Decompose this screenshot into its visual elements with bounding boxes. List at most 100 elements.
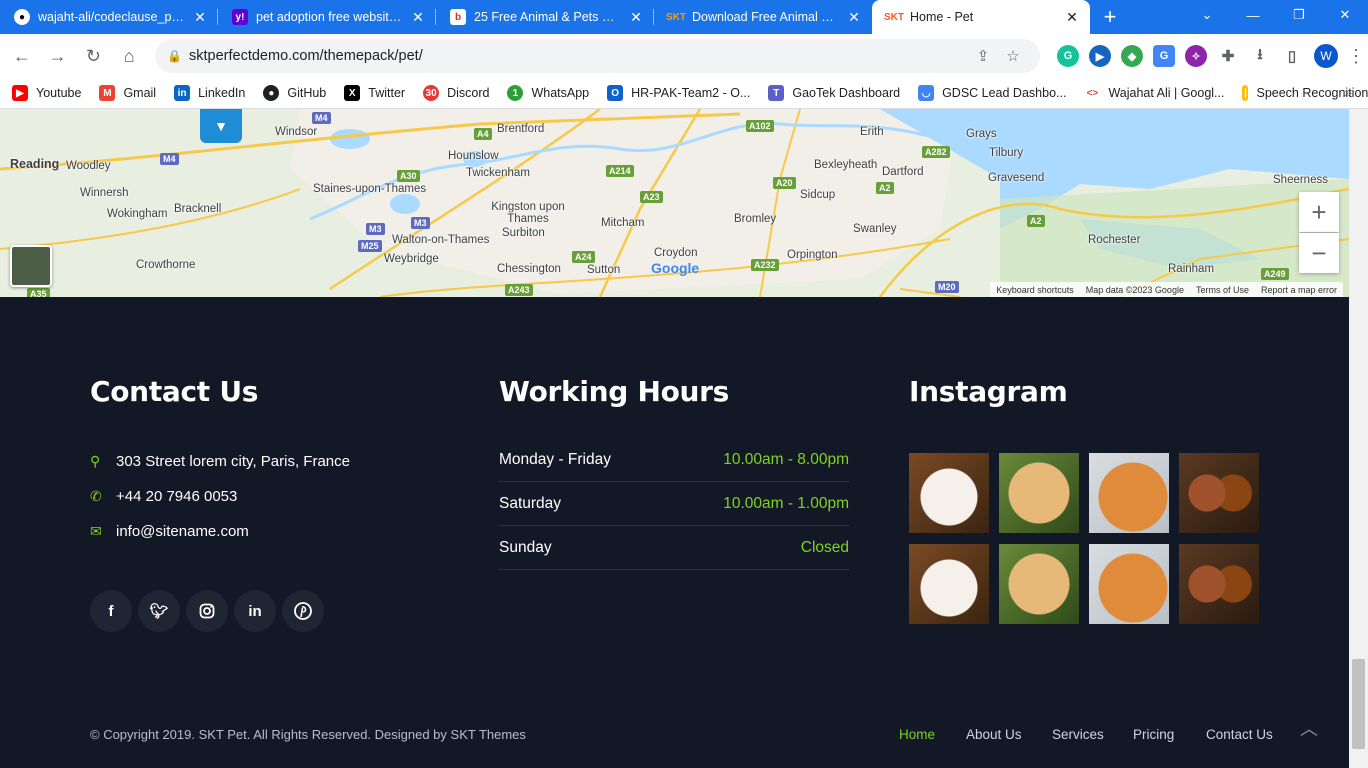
side-panel-icon[interactable]: ▯	[1281, 45, 1303, 67]
instagram-photo-brown-dogs[interactable]	[1179, 453, 1259, 533]
url-text[interactable]: sktperfectdemo.com/themepack/pet/	[189, 48, 968, 64]
instagram-photo-ginger-cat[interactable]	[1089, 544, 1169, 624]
close-window-icon[interactable]: ✕	[1322, 0, 1368, 30]
map-toggle-button[interactable]: ▼	[200, 109, 242, 143]
grammarly-icon[interactable]: G	[1057, 45, 1080, 67]
zoom-in-button[interactable]: +	[1299, 192, 1339, 232]
report-error-link[interactable]: Report a map error	[1255, 285, 1343, 295]
bookmark-linkedin[interactable]: in LinkedIn	[174, 85, 245, 101]
instagram-photo-white-puppy[interactable]	[909, 544, 989, 624]
twitter-icon[interactable]: 🐦︎	[138, 590, 180, 632]
restore-icon[interactable]: ❐	[1276, 0, 1322, 30]
road-badge: A30	[397, 170, 420, 182]
tab-strip: ● wajaht-ali/codeclause_pet-fin ✕ y! pet…	[0, 0, 1368, 34]
translate-icon[interactable]: G	[1153, 45, 1176, 67]
instagram-title: Instagram	[909, 375, 1068, 408]
bookmark-gaotek[interactable]: T GaoTek Dashboard	[768, 85, 900, 101]
back-icon[interactable]: ←	[6, 40, 38, 72]
road-badge: A214	[606, 165, 634, 177]
zoom-out-button[interactable]: −	[1299, 233, 1339, 273]
road-badge: M3	[366, 223, 385, 235]
satellite-toggle[interactable]	[10, 245, 52, 287]
terms-link[interactable]: Terms of Use	[1190, 285, 1255, 295]
hours-day: Monday - Friday	[499, 450, 611, 468]
bookmark-whatsapp[interactable]: 1 WhatsApp	[507, 85, 589, 101]
new-tab-button[interactable]: +	[1090, 0, 1130, 34]
instagram-photo-golden-retriever[interactable]	[999, 453, 1079, 533]
map-place-label: Crowthorne	[136, 259, 196, 271]
instagram-photo-ginger-cat[interactable]	[1089, 453, 1169, 533]
map-place-label: Reading	[10, 157, 60, 171]
extension-green-icon[interactable]: ◆	[1121, 45, 1144, 67]
road-badge: A35	[27, 288, 50, 297]
close-tab-icon[interactable]: ✕	[192, 9, 208, 26]
github-icon: ●	[263, 85, 280, 101]
linkedin-icon[interactable]: in	[234, 590, 276, 632]
road-badge: A2	[1027, 215, 1045, 227]
tab-search-icon[interactable]: ⌄	[1184, 0, 1230, 30]
more-bookmarks-icon[interactable]: »	[1344, 84, 1352, 100]
map-place-label: Windsor	[275, 126, 318, 138]
share-icon[interactable]: ⇪	[968, 47, 998, 65]
screen-recorder-icon[interactable]: ▶	[1089, 45, 1112, 67]
instagram-icon[interactable]	[186, 590, 228, 632]
tab-yahoo[interactable]: y! pet adoption free website te ✕	[218, 0, 436, 34]
home-icon[interactable]: ⌂	[113, 40, 145, 72]
gdsc-icon: ◡	[918, 85, 935, 101]
bookmark-youtube[interactable]: ▶ Youtube	[12, 85, 81, 101]
footer-nav-pricing[interactable]: Pricing	[1133, 727, 1174, 742]
scrollbar-thumb[interactable]	[1352, 659, 1365, 749]
address-bar[interactable]: 🔒 sktperfectdemo.com/themepack/pet/ ⇪ ☆	[155, 39, 1041, 73]
gmail-icon: M	[99, 85, 116, 101]
page-scrollbar[interactable]	[1349, 109, 1368, 768]
map-place-label: Swanley	[853, 223, 897, 235]
extensions-puzzle-icon[interactable]: ✚	[1217, 45, 1239, 67]
menu-kebab-icon[interactable]: ⋮	[1344, 46, 1368, 67]
map-place-label: Rainham	[1168, 263, 1215, 275]
footer-nav-contact[interactable]: Contact Us	[1206, 727, 1273, 742]
bookmark-twitter[interactable]: X Twitter	[344, 85, 405, 101]
bookmark-gmail[interactable]: M Gmail	[99, 85, 156, 101]
footer-nav-home[interactable]: Home	[899, 727, 935, 742]
road-badge: A23	[640, 191, 663, 203]
footer-nav-services[interactable]: Services	[1052, 727, 1104, 742]
bookmark-star-icon[interactable]: ☆	[998, 47, 1028, 65]
github-icon: ●	[14, 9, 30, 25]
map-place-label: Mitcham	[601, 217, 645, 229]
map-place-label: Tilbury	[989, 147, 1024, 159]
instagram-photo-white-puppy[interactable]	[909, 453, 989, 533]
bookmark-wajahat[interactable]: <> Wajahat Ali | Googl...	[1084, 85, 1224, 101]
bookmark-discord[interactable]: 30 Discord	[423, 85, 489, 101]
instagram-photo-golden-retriever[interactable]	[999, 544, 1079, 624]
close-tab-icon[interactable]: ✕	[1064, 9, 1080, 26]
road-badge: A24	[572, 251, 595, 263]
hours-day: Sunday	[499, 538, 552, 556]
tab-title: Home - Pet	[910, 10, 974, 24]
download-icon[interactable]: ⭳	[1249, 45, 1271, 67]
extension-purple-icon[interactable]: ✧	[1185, 45, 1208, 67]
devlink-icon: <>	[1084, 85, 1101, 101]
pinterest-icon[interactable]	[282, 590, 324, 632]
forward-icon[interactable]: →	[42, 40, 74, 72]
close-tab-icon[interactable]: ✕	[846, 9, 862, 26]
bookmark-github[interactable]: ● GitHub	[263, 85, 326, 101]
bookmark-gdsc[interactable]: ◡ GDSC Lead Dashbo...	[918, 85, 1066, 101]
profile-avatar[interactable]: W	[1314, 44, 1339, 68]
instagram-photo-brown-dogs[interactable]	[1179, 544, 1259, 624]
tab-github[interactable]: ● wajaht-ali/codeclause_pet-fin ✕	[0, 0, 218, 34]
map-place-label: Bexleyheath	[814, 159, 878, 171]
tab-download-animal[interactable]: SKT Download Free Animal Word ✕	[654, 0, 872, 34]
tab-home-pet[interactable]: SKT Home - Pet ✕	[872, 0, 1090, 34]
footer-nav-about[interactable]: About Us	[966, 727, 1022, 742]
close-tab-icon[interactable]: ✕	[410, 9, 426, 26]
lock-icon[interactable]: 🔒	[167, 49, 189, 63]
facebook-icon[interactable]: f	[90, 590, 132, 632]
tab-free-animal[interactable]: b 25 Free Animal & Pets Websit ✕	[436, 0, 654, 34]
close-tab-icon[interactable]: ✕	[628, 9, 644, 26]
map-place-label: Erith	[860, 126, 884, 138]
reload-icon[interactable]: ↻	[78, 40, 110, 72]
bookmark-hr-pak[interactable]: O HR-PAK-Team2 - O...	[607, 85, 750, 101]
scroll-to-top-icon[interactable]: ︿	[1296, 715, 1322, 741]
keyboard-shortcuts-link[interactable]: Keyboard shortcuts	[990, 285, 1080, 295]
minimize-icon[interactable]: —	[1230, 0, 1276, 30]
